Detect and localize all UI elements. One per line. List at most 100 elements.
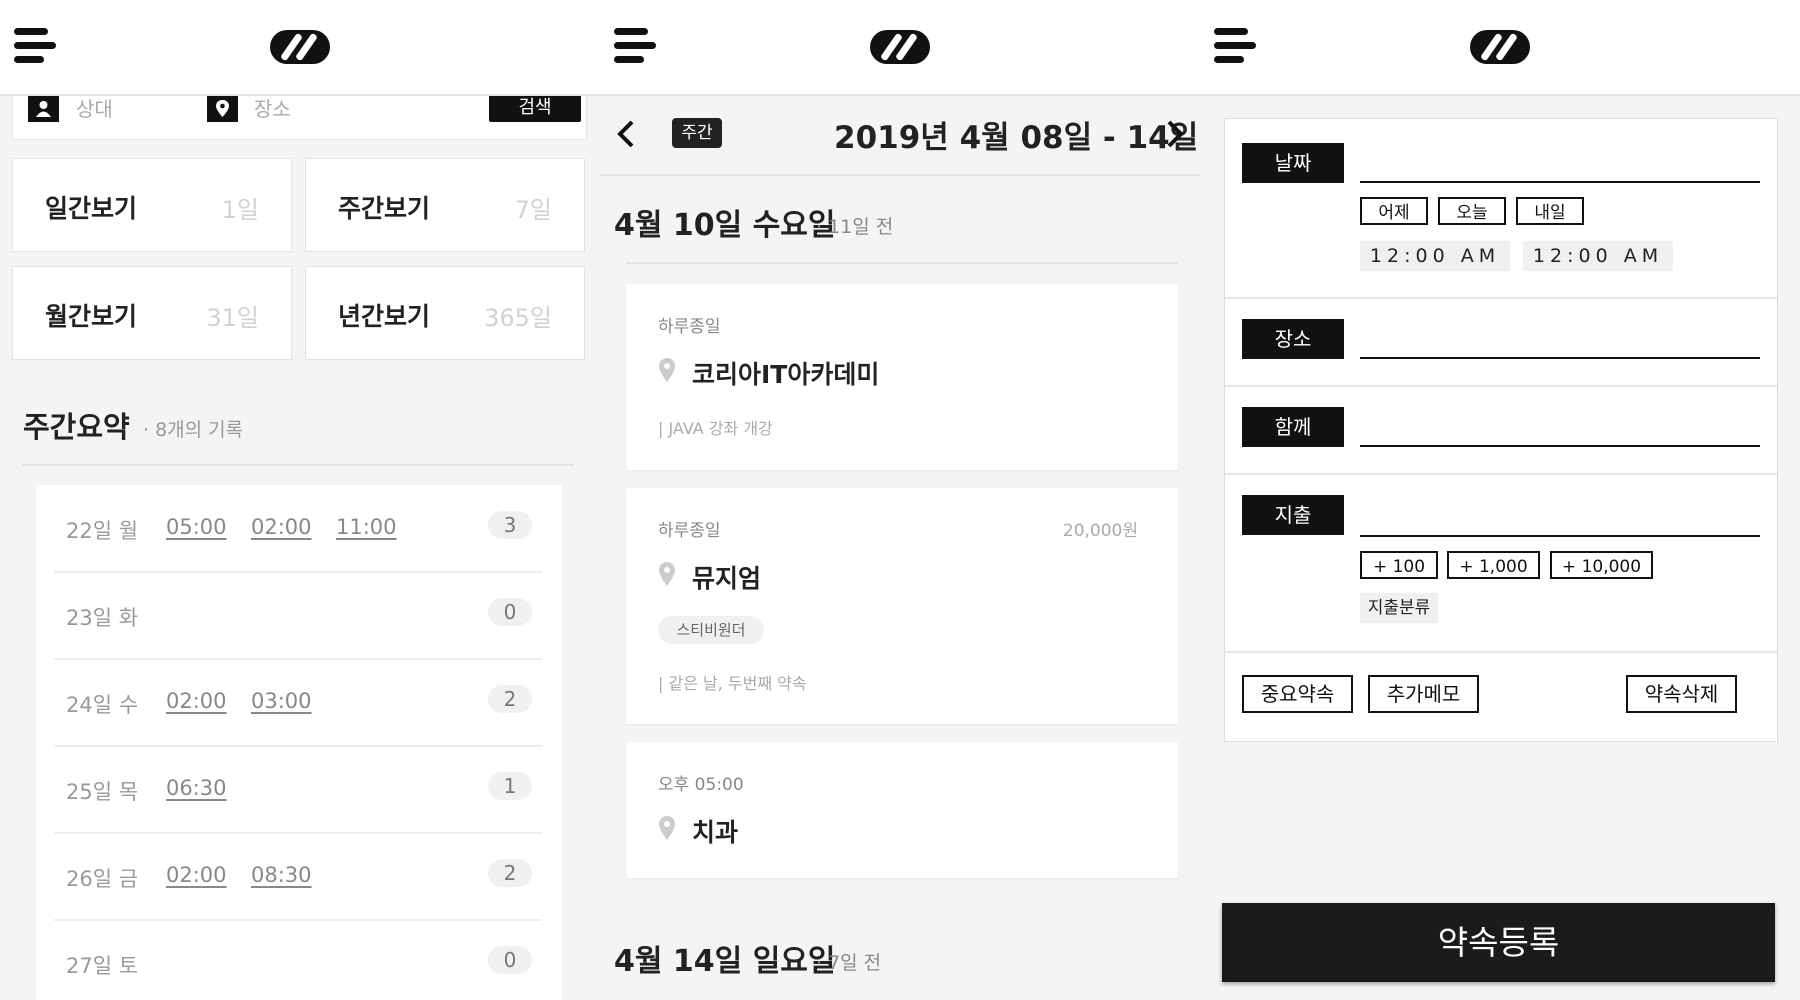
screenshot-stage: 상대 장소 검색 일간보기 1일 주간보기 7일 월간보기 31일 년간보기 3… — [0, 0, 1800, 1000]
appointment-form-screen: 날짜 어제 오늘 내일 12:00 AM 12:00 AM 장소 함께 지출 +… — [1200, 0, 1800, 1000]
week-badge[interactable]: 주간 — [672, 118, 722, 148]
row-time[interactable]: 02:00 — [251, 515, 312, 539]
summary-subtitle: · 8개의 기록 — [143, 419, 244, 441]
summary-title: 주간요약 — [23, 410, 130, 444]
event-time: 하루종일 — [658, 317, 721, 337]
chevron-left-icon[interactable] — [617, 120, 635, 148]
app-header — [1200, 0, 1800, 96]
event-name: 코리아IT아카데미 — [692, 360, 880, 389]
weekly-view-card[interactable]: 주간보기 7일 — [305, 158, 585, 252]
expense-input[interactable] — [1360, 535, 1760, 537]
row-time[interactable]: 08:30 — [251, 863, 312, 887]
divider — [626, 262, 1178, 264]
date-input[interactable] — [1360, 181, 1760, 183]
expense-category-button[interactable]: 지출분류 — [1360, 593, 1438, 623]
list-item[interactable]: 26일 금 02:00 08:30 2 — [54, 833, 542, 921]
row-day: 23일 화 — [66, 606, 139, 630]
search-button[interactable]: 검색 — [489, 94, 581, 122]
logo-icon[interactable] — [870, 30, 930, 64]
menu-icon[interactable] — [1214, 28, 1258, 64]
pin-icon — [659, 358, 675, 382]
end-time-field[interactable]: 12:00 AM — [1523, 241, 1673, 271]
row-count-badge: 3 — [488, 511, 532, 539]
row-time[interactable]: 03:00 — [251, 689, 312, 713]
event-time: 오후 05:00 — [658, 775, 744, 795]
pin-icon — [659, 816, 675, 840]
today-button[interactable]: 오늘 — [1438, 197, 1506, 225]
add-1000-button[interactable]: + 1,000 — [1447, 551, 1540, 579]
date-label: 날짜 — [1242, 143, 1344, 183]
view-label: 일간보기 — [45, 194, 138, 223]
day-heading: 4월 10일 수요일 — [614, 208, 836, 243]
person-icon — [28, 95, 59, 122]
logo-icon[interactable] — [1470, 30, 1530, 64]
row-day: 25일 목 — [66, 780, 139, 804]
logo-icon[interactable] — [270, 30, 330, 64]
place-input[interactable]: 장소 — [254, 93, 291, 122]
place-input[interactable] — [1360, 357, 1760, 359]
partner-input[interactable]: 상대 — [76, 93, 113, 122]
chevron-right-icon[interactable] — [1166, 120, 1184, 148]
menu-icon[interactable] — [614, 28, 658, 64]
delete-button[interactable]: 약속삭제 — [1626, 675, 1737, 713]
appointment-form: 날짜 어제 오늘 내일 12:00 AM 12:00 AM 장소 함께 지출 +… — [1224, 118, 1778, 742]
day-heading: 4월 14일 일요일 — [614, 944, 836, 979]
tomorrow-button[interactable]: 내일 — [1516, 197, 1584, 225]
row-time[interactable]: 05:00 — [166, 515, 227, 539]
row-time[interactable]: 02:00 — [166, 689, 227, 713]
app-header — [0, 0, 600, 96]
list-item[interactable]: 25일 목 06:30 1 — [54, 746, 542, 834]
weekly-summary-list: 22일 월 05:00 02:00 11:00 3 23일 화 0 24일 수 … — [36, 485, 562, 1000]
row-time[interactable]: 02:00 — [166, 863, 227, 887]
week-range: 2019년 4월 08일 - 14일 — [834, 120, 1199, 156]
add-10000-button[interactable]: + 10,000 — [1550, 551, 1653, 579]
row-count-badge: 2 — [488, 859, 532, 887]
add-100-button[interactable]: + 100 — [1360, 551, 1438, 579]
register-button[interactable]: 약속등록 — [1222, 903, 1775, 982]
date-row: 날짜 어제 오늘 내일 12:00 AM 12:00 AM — [1225, 119, 1777, 299]
start-time-field[interactable]: 12:00 AM — [1360, 241, 1510, 271]
event-tag: 스티비원더 — [658, 616, 764, 644]
event-time: 하루종일 — [658, 521, 721, 541]
event-name: 뮤지엄 — [692, 564, 762, 593]
list-item[interactable]: 22일 월 05:00 02:00 11:00 3 — [54, 485, 542, 573]
place-row: 장소 — [1225, 297, 1777, 387]
view-label: 년간보기 — [338, 302, 431, 331]
row-day: 22일 월 — [66, 519, 139, 543]
row-time[interactable]: 06:30 — [166, 776, 227, 800]
row-day: 24일 수 — [66, 693, 139, 717]
event-memo: | JAVA 강좌 개강 — [658, 419, 773, 438]
event-name: 치과 — [692, 818, 739, 847]
monthly-view-card[interactable]: 월간보기 31일 — [12, 266, 292, 360]
view-label: 월간보기 — [45, 302, 138, 331]
row-count-badge: 2 — [488, 685, 532, 713]
daily-view-card[interactable]: 일간보기 1일 — [12, 158, 292, 252]
view-count: 365일 — [484, 304, 552, 332]
with-input[interactable] — [1360, 445, 1760, 447]
add-memo-button[interactable]: 추가메모 — [1368, 675, 1479, 713]
event-card[interactable]: 하루종일 20,000원 뮤지엄 스티비원더 | 같은 날, 두번째 약속 — [626, 488, 1178, 724]
list-item[interactable]: 27일 토 0 — [54, 920, 542, 1000]
with-row: 함께 — [1225, 385, 1777, 475]
app-header — [600, 0, 1200, 96]
expense-label: 지출 — [1242, 495, 1344, 535]
event-card[interactable]: 하루종일 코리아IT아카데미 | JAVA 강좌 개강 — [626, 284, 1178, 470]
menu-icon[interactable] — [14, 28, 58, 64]
yearly-view-card[interactable]: 년간보기 365일 — [305, 266, 585, 360]
row-time[interactable]: 11:00 — [336, 515, 397, 539]
weekly-summary-screen: 상대 장소 검색 일간보기 1일 주간보기 7일 월간보기 31일 년간보기 3… — [0, 0, 600, 1000]
with-label: 함께 — [1242, 407, 1344, 447]
yesterday-button[interactable]: 어제 — [1360, 197, 1428, 225]
expense-row: 지출 + 100 + 1,000 + 10,000 지출분류 — [1225, 473, 1777, 653]
view-label: 주간보기 — [338, 194, 431, 223]
event-card[interactable]: 오후 05:00 치과 — [626, 742, 1178, 878]
list-item[interactable]: 23일 화 0 — [54, 572, 542, 660]
important-button[interactable]: 중요약속 — [1242, 675, 1353, 713]
week-navigation: 주간 2019년 4월 08일 - 14일 — [600, 94, 1200, 176]
list-item[interactable]: 24일 수 02:00 03:00 2 — [54, 659, 542, 747]
event-price: 20,000원 — [1062, 521, 1138, 541]
row-count-badge: 0 — [488, 598, 532, 626]
view-count: 7일 — [514, 196, 552, 224]
row-day: 27일 토 — [66, 954, 139, 978]
divider — [22, 464, 574, 466]
